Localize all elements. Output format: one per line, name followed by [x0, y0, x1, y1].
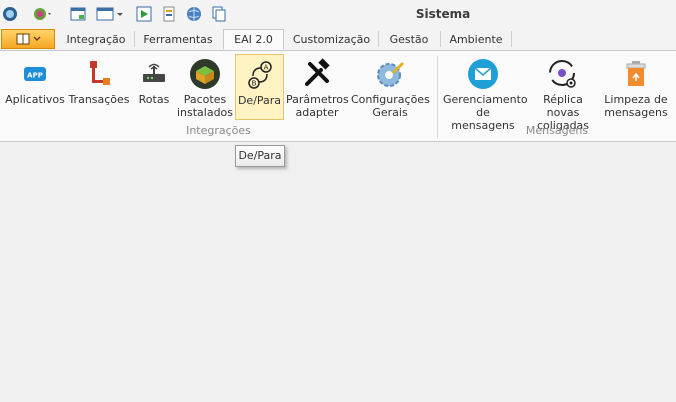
menu-book-icon — [16, 33, 29, 45]
group-label-mensagens: Mensagens — [525, 124, 589, 137]
transactions-icon — [90, 61, 110, 85]
replica-icon — [549, 60, 576, 88]
tab-separator — [378, 31, 379, 47]
chevron-down-icon — [33, 36, 40, 41]
configuracoes-gerais-button[interactable]: Configurações Gerais — [351, 54, 430, 120]
de-para-button[interactable]: AB De/Para — [235, 54, 284, 120]
window-title: Sistema — [415, 7, 471, 21]
tab-separator — [511, 31, 512, 47]
tab-customizacao[interactable]: Customização — [286, 29, 377, 50]
envelope-icon — [468, 59, 498, 89]
tab-integracao[interactable]: Integração — [58, 29, 134, 50]
app-icon: APP — [24, 67, 46, 81]
title-bar: Sistema — [0, 0, 676, 28]
aplicativos-label: Aplicativos — [5, 93, 65, 106]
transacoes-button[interactable]: Transações — [68, 54, 130, 120]
replica-novas-coligadas-button[interactable]: Réplica novas coligadas — [527, 54, 599, 132]
tab-ferramentas[interactable]: Ferramentas — [136, 29, 220, 50]
tab-separator — [440, 31, 441, 47]
parametros-adapter-button[interactable]: Parâmetros adapter — [286, 54, 349, 120]
pacotes-instalados-label: Pacotes instalados — [176, 93, 234, 119]
tab-gestao[interactable]: Gestão — [380, 29, 438, 50]
rotas-button[interactable]: Rotas — [133, 54, 175, 120]
transacoes-label: Transações — [68, 93, 130, 106]
limpeza-de-mensagens-label: Limpeza de mensagens — [604, 93, 668, 119]
configuracoes-gerais-label: Configurações Gerais — [351, 93, 430, 119]
recycle-bin-icon — [626, 61, 646, 86]
file-menu-button[interactable] — [1, 29, 55, 49]
group-label-integracoes: Integrações — [186, 124, 251, 137]
limpeza-de-mensagens-button[interactable]: Limpeza de mensagens — [604, 54, 668, 120]
package-icon — [190, 59, 220, 89]
svg-text:A: A — [263, 64, 268, 72]
tools-icon — [305, 58, 330, 86]
de-para-label: De/Para — [237, 94, 282, 107]
mapping-icon: AB — [247, 61, 272, 89]
svg-text:APP: APP — [27, 72, 43, 80]
tab-separator — [134, 31, 135, 47]
tab-eai-2-0[interactable]: EAI 2.0 — [223, 29, 284, 50]
tooltip: De/Para — [235, 145, 285, 167]
gear-icon — [377, 62, 404, 87]
gerenciamento-de-mensagens-button[interactable]: Gerenciamento de mensagens — [443, 54, 528, 132]
aplicativos-button[interactable]: APP Aplicativos — [5, 54, 65, 120]
pacotes-instalados-button[interactable]: Pacotes instalados — [176, 54, 234, 120]
rotas-label: Rotas — [138, 93, 170, 106]
router-icon — [143, 63, 165, 82]
tab-ambiente[interactable]: Ambiente — [442, 29, 510, 50]
svg-text:B: B — [251, 80, 256, 88]
parametros-adapter-label: Parâmetros adapter — [286, 93, 349, 119]
